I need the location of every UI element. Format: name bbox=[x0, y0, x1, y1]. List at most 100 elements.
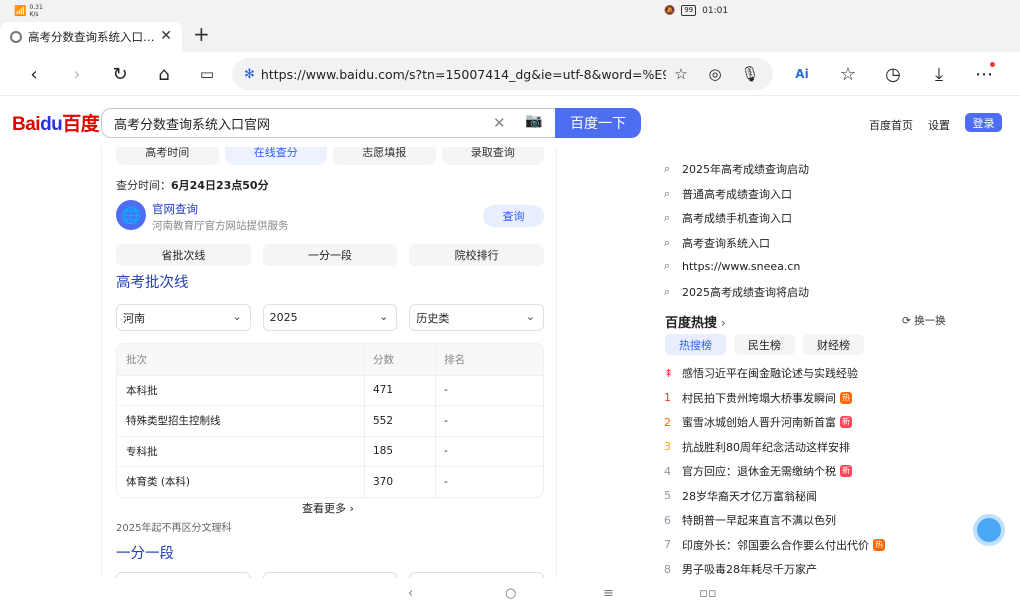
hot-search-item[interactable]: 6 特朗普一早起来直言不满以色列 bbox=[664, 512, 836, 528]
suggestion-item[interactable]: ⌕ 高考查询系统入口 bbox=[664, 235, 770, 251]
browser-toolbar: ‹ › ↻ ⌂ ▭ ✻ https://www.baidu.com/s?tn=1… bbox=[0, 52, 1020, 96]
hot-search-item[interactable]: 8 男子吸毒28年耗尽千万家产 bbox=[664, 561, 817, 577]
category-select[interactable]: 历史类 ⌄ bbox=[409, 304, 545, 331]
tab-exam-time[interactable]: 高考时间 bbox=[116, 147, 219, 165]
browser-tab[interactable]: 高考分数查询系统入口… ✕ bbox=[0, 22, 182, 52]
baidu-home-link[interactable]: 百度首页 bbox=[869, 117, 913, 133]
screen-icon[interactable]: ▭ bbox=[194, 61, 220, 87]
hot-search-text: 村民拍下贵州垮塌大桥事发瞬间 bbox=[682, 391, 836, 405]
home-icon[interactable]: ⌂ bbox=[151, 61, 177, 87]
nav-back-icon[interactable]: ‹ bbox=[408, 586, 413, 601]
query-button[interactable]: 查询 bbox=[483, 205, 544, 227]
status-bar: 📶 0.31 K/s 🔕 99 01:01 bbox=[0, 0, 1020, 22]
quick-links: 省批次线 一分一段 院校排行 bbox=[116, 244, 545, 266]
hot-search-item[interactable]: 3 抗战胜利80周年纪念活动这样安排 bbox=[664, 439, 850, 455]
hot-tag-badge: 新 bbox=[840, 416, 852, 428]
star-icon[interactable]: ☆ bbox=[669, 62, 693, 86]
new-tab-icon[interactable]: + bbox=[193, 24, 210, 44]
hot-search-item[interactable]: 7 印度外长：邻国要么合作要么付出代价热 bbox=[664, 537, 885, 553]
tab-online-score[interactable]: 在线查分 bbox=[224, 147, 327, 165]
filter-selects: 河南 ⌄ 2025 ⌄ 历史类 ⌄ bbox=[116, 304, 545, 331]
address-bar[interactable]: ✻ https://www.baidu.com/s?tn=15007414_dg… bbox=[232, 58, 773, 90]
hot-rank: 4 bbox=[664, 464, 671, 478]
tab-finance[interactable]: 财经榜 bbox=[803, 334, 864, 355]
search-input[interactable]: 高考分数查询系统入口官网 ✕ 📷 bbox=[101, 108, 555, 138]
globe-icon: 🌐 bbox=[116, 200, 146, 230]
tab-livelihood[interactable]: 民生榜 bbox=[734, 334, 795, 355]
mic-icon[interactable]: 🎙 bbox=[738, 62, 762, 86]
hot-rank: 8 bbox=[664, 562, 671, 576]
hot-search-text: 蜜雪冰城创始人晋升河南新首富 bbox=[682, 416, 836, 429]
clock: 01:01 bbox=[702, 5, 729, 16]
refresh-button[interactable]: ⟳ 换一换 bbox=[902, 313, 946, 328]
hot-search-text: 抗战胜利80周年纪念活动这样安排 bbox=[682, 440, 850, 454]
hot-tag-badge: 热 bbox=[840, 391, 852, 404]
hot-search-title[interactable]: 百度热搜 › bbox=[665, 312, 726, 331]
section-title-batch: 高考批次线 bbox=[116, 275, 189, 291]
suggestion-item[interactable]: ⌕ 2025高考成绩查询将启动 bbox=[664, 284, 809, 300]
back-icon[interactable]: ‹ bbox=[21, 61, 47, 87]
history-icon[interactable]: ◷ bbox=[880, 61, 906, 87]
chevron-down-icon: ⌄ bbox=[232, 310, 242, 323]
logo-cn: 百度 bbox=[62, 114, 100, 135]
chevron-down-icon: ⌄ bbox=[379, 310, 389, 323]
battery-indicator: 99 bbox=[681, 5, 697, 16]
hot-tag-badge: 新 bbox=[840, 465, 852, 477]
hot-search-item[interactable]: 5 28岁华裔天才亿万富翁秘闻 bbox=[664, 488, 817, 504]
hot-search-item[interactable]: ⇞ 感悟习近平在闽金融论述与实践经验 bbox=[664, 365, 858, 381]
hot-rank: 1 bbox=[664, 391, 671, 404]
ai-icon[interactable]: Ai bbox=[789, 61, 815, 87]
search-icon: ⌕ bbox=[664, 187, 671, 200]
pill-batch-line[interactable]: 省批次线 bbox=[116, 244, 251, 266]
search-query[interactable]: 高考分数查询系统入口官网 bbox=[114, 114, 270, 133]
section-title-segment: 一分一段 bbox=[116, 546, 174, 562]
hot-tag-badge: 热 bbox=[873, 538, 885, 551]
logo-bai: Bai bbox=[12, 114, 41, 135]
nav-recents-icon[interactable]: ▫▫ bbox=[699, 586, 717, 601]
nav-home-icon[interactable]: ○ bbox=[505, 586, 516, 601]
refresh-icon: ⟳ bbox=[902, 315, 911, 327]
province-select[interactable]: 河南 ⌄ bbox=[116, 304, 251, 331]
hot-search-item[interactable]: 1 村民拍下贵州垮塌大桥事发瞬间热 bbox=[664, 390, 852, 406]
pin-icon: ⇞ bbox=[664, 366, 674, 380]
suggestion-item[interactable]: ⌕ 高考成绩手机查询入口 bbox=[664, 210, 792, 226]
clear-icon[interactable]: ✕ bbox=[493, 114, 506, 132]
table-row: 本科批 471 - bbox=[117, 374, 543, 405]
query-time: 查分时间：6月24日23点50分 bbox=[116, 179, 269, 192]
search-icon: ⌕ bbox=[664, 211, 671, 224]
tab-bar: 高考分数查询系统入口… ✕ bbox=[0, 22, 1020, 52]
hot-search-text: 感悟习近平在闽金融论述与实践经验 bbox=[682, 367, 858, 380]
hot-search-item[interactable]: 2 蜜雪冰城创始人晋升河南新首富新 bbox=[664, 414, 852, 430]
suggestion-item[interactable]: ⌕ https://www.sneea.cn bbox=[664, 259, 800, 273]
download-icon[interactable]: ⤓ bbox=[926, 61, 952, 87]
pill-college-rank[interactable]: 院校排行 bbox=[409, 244, 545, 266]
forward-icon[interactable]: › bbox=[64, 61, 90, 87]
camera-icon[interactable]: ◎ bbox=[703, 62, 727, 86]
official-query-link[interactable]: 官网查询 bbox=[152, 201, 198, 217]
pill-score-segment[interactable]: 一分一段 bbox=[262, 244, 398, 266]
url-text[interactable]: https://www.baidu.com/s?tn=15007414_dg&i… bbox=[261, 67, 666, 82]
nav-menu-icon[interactable]: ≡ bbox=[603, 586, 614, 601]
settings-link[interactable]: 设置 bbox=[928, 117, 950, 133]
floating-assistant-button[interactable] bbox=[973, 514, 1005, 546]
tab-hot-search[interactable]: 热搜榜 bbox=[665, 334, 726, 355]
tab-volunteer[interactable]: 志愿填报 bbox=[333, 147, 436, 165]
image-search-icon[interactable]: 📷 bbox=[525, 113, 542, 129]
year-select[interactable]: 2025 ⌄ bbox=[262, 304, 398, 331]
result-card: 高考时间 在线查分 志愿填报 录取查询 查分时间：6月24日23点50分 🌐 官… bbox=[101, 147, 557, 578]
table-row: 特殊类型招生控制线 552 - bbox=[117, 405, 543, 436]
search-icon: ⌕ bbox=[664, 285, 671, 298]
login-button[interactable]: 登录 bbox=[965, 113, 1002, 132]
hot-search-text: 男子吸毒28年耗尽千万家产 bbox=[682, 563, 817, 576]
view-more-link[interactable]: 查看更多 › bbox=[302, 500, 354, 516]
suggestion-item[interactable]: ⌕ 普通高考成绩查询入口 bbox=[664, 186, 792, 202]
baidu-logo[interactable]: Baidu百度 bbox=[12, 109, 100, 136]
reload-icon[interactable]: ↻ bbox=[107, 61, 133, 87]
suggestion-item[interactable]: ⌕ 2025年高考成绩查询启动 bbox=[664, 161, 809, 177]
search-button[interactable]: 百度一下 bbox=[555, 108, 641, 138]
tab-admission[interactable]: 录取查询 bbox=[441, 147, 544, 165]
favorites-icon[interactable]: ☆ bbox=[835, 61, 861, 87]
close-icon[interactable]: ✕ bbox=[160, 28, 172, 44]
hot-search-item[interactable]: 4 官方回应：退休金无需缴纳个税新 bbox=[664, 463, 852, 479]
chevron-right-icon: › bbox=[721, 316, 726, 330]
